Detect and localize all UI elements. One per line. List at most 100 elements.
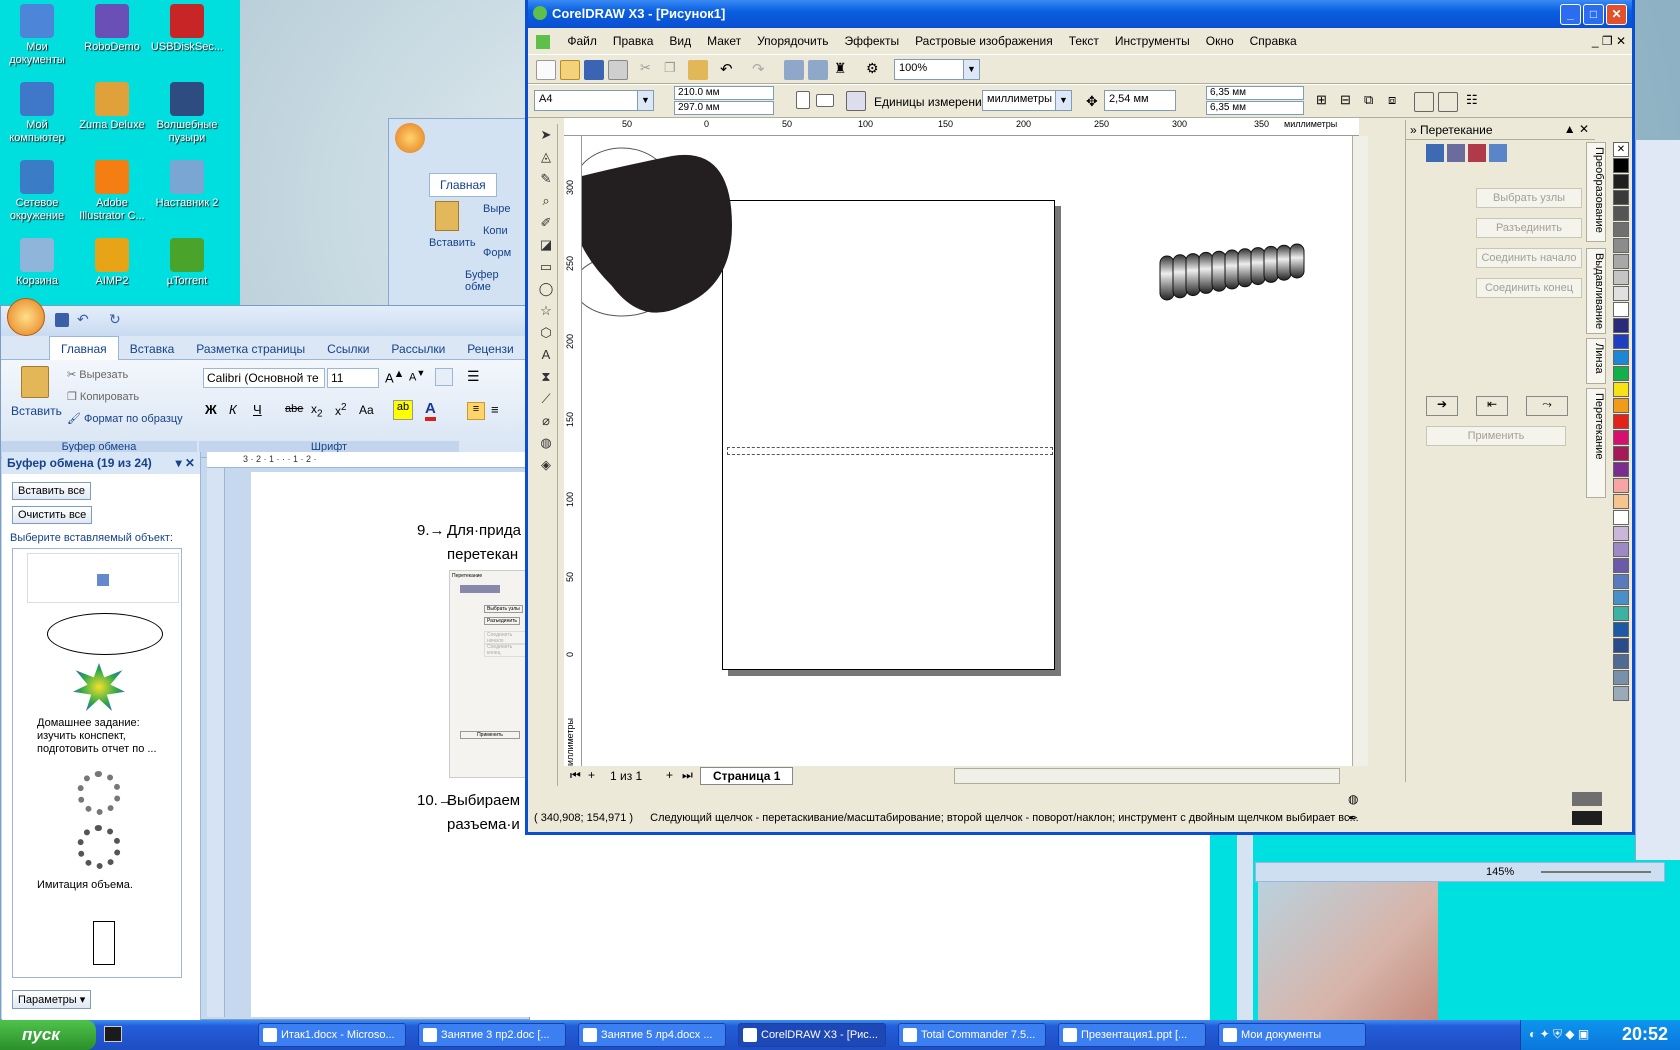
color-swatch[interactable] bbox=[1613, 254, 1629, 269]
cut-button[interactable]: ✂ Вырезать bbox=[67, 368, 128, 381]
canvas-hscrollbar[interactable] bbox=[954, 768, 1340, 784]
word-vertical-scrollbar[interactable] bbox=[1237, 835, 1253, 1020]
desktop-icon[interactable]: µTorrent bbox=[150, 238, 224, 288]
corel-title-bar[interactable]: CorelDRAW X3 - [Рисунок1] _ □ ✕ bbox=[528, 0, 1632, 28]
align-center-icon[interactable]: ≡ bbox=[491, 402, 499, 417]
redo-icon[interactable]: ↻ bbox=[109, 311, 121, 328]
undo-icon[interactable]: ↶ bbox=[77, 311, 89, 328]
zoom-tool-icon[interactable]: ⌕ bbox=[535, 190, 557, 212]
color-swatch[interactable] bbox=[1613, 398, 1629, 413]
color-swatch[interactable] bbox=[1613, 558, 1629, 573]
clip-item-text-2[interactable]: Имитация объема. bbox=[27, 879, 179, 899]
ellipse-tool-icon[interactable]: ◯ bbox=[535, 278, 557, 300]
taskbar-button[interactable]: Total Commander 7.5... bbox=[898, 1023, 1046, 1047]
properties-icon[interactable]: ☷ bbox=[1466, 92, 1486, 112]
desktop-icon[interactable]: Мои документы bbox=[0, 4, 74, 67]
duplicate-y-field[interactable]: 6,35 мм bbox=[1206, 101, 1304, 115]
back-copy-label[interactable]: Копи bbox=[483, 225, 508, 237]
docker-close-icon[interactable]: ▲ ✕ bbox=[1564, 122, 1589, 136]
subscript-icon[interactable]: x2 bbox=[311, 402, 323, 419]
clear-format-icon[interactable] bbox=[435, 368, 453, 386]
cut-icon[interactable]: ✂ bbox=[640, 60, 660, 80]
bold-button[interactable]: Ж bbox=[205, 402, 217, 417]
desktop-icon[interactable]: AIMP2 bbox=[75, 238, 149, 288]
clip-item-rect[interactable] bbox=[27, 921, 179, 969]
docker-tab[interactable]: Преобразование bbox=[1586, 142, 1606, 242]
basic-shapes-icon[interactable]: ⬡ bbox=[535, 322, 557, 344]
copy-icon[interactable]: ❐ bbox=[664, 60, 684, 80]
tray-icons[interactable]: ◐ ✦ ⛨ ◆ ▣ bbox=[1529, 1027, 1589, 1042]
save-icon[interactable] bbox=[584, 60, 604, 80]
shape-tool-icon[interactable]: ◬ bbox=[535, 146, 557, 168]
interactive-blend-icon[interactable]: ⧗ bbox=[535, 366, 557, 388]
paste-icon[interactable] bbox=[688, 60, 708, 80]
color-swatch[interactable] bbox=[1613, 542, 1629, 557]
background-word-window[interactable]: Главная Вставить Выре Копи Форм Буфер об… bbox=[388, 118, 528, 308]
color-swatch[interactable] bbox=[1613, 494, 1629, 509]
launcher-icon[interactable]: ♜ bbox=[834, 60, 854, 80]
a4-page[interactable] bbox=[722, 200, 1055, 670]
color-swatch[interactable] bbox=[1613, 606, 1629, 621]
split-button[interactable]: Разъединить bbox=[1476, 218, 1582, 238]
back-paste-icon[interactable] bbox=[435, 201, 459, 231]
office-button[interactable] bbox=[395, 123, 425, 153]
menu-item[interactable]: Вид bbox=[661, 30, 699, 52]
change-case-button[interactable]: Aa bbox=[359, 403, 374, 417]
color-swatch[interactable] bbox=[1613, 382, 1629, 397]
menu-item[interactable]: Инструменты bbox=[1107, 30, 1198, 52]
word-document-continuation[interactable] bbox=[530, 835, 1210, 1020]
taskbar-button[interactable]: Мои документы bbox=[1218, 1023, 1366, 1047]
back-ribbon-tab[interactable]: Главная bbox=[429, 173, 497, 197]
units-select[interactable]: миллиметры ▼ bbox=[982, 90, 1072, 111]
apply-button[interactable]: Применить bbox=[1426, 426, 1566, 446]
italic-button[interactable]: К bbox=[229, 402, 237, 417]
document-page[interactable]: 9.→ Для·прида перетекан Перетекание Выбр… bbox=[251, 472, 531, 1017]
quick-launch-desktop-icon[interactable] bbox=[104, 1026, 122, 1042]
desktop-icon[interactable]: Наставник 2 bbox=[150, 160, 224, 210]
paper-size-select[interactable]: A4 ▼ bbox=[534, 90, 654, 111]
clip-item-star[interactable] bbox=[27, 663, 179, 711]
desktop-icon[interactable]: Мой компьютер bbox=[0, 82, 74, 145]
smart-fill-icon[interactable]: ◪ bbox=[535, 234, 557, 256]
add-page-end-icon[interactable]: + bbox=[666, 768, 673, 782]
color-swatch[interactable] bbox=[1613, 414, 1629, 429]
pane-close-icon[interactable]: ▾ ✕ bbox=[176, 456, 195, 470]
rectangle-tool-icon[interactable]: ▭ bbox=[535, 256, 557, 278]
tab-review[interactable]: Рецензи bbox=[456, 337, 524, 361]
page-height-field[interactable]: 297.0 мм bbox=[674, 101, 774, 115]
color-swatch[interactable] bbox=[1613, 190, 1629, 205]
path-icon[interactable]: ⤳ bbox=[1526, 396, 1568, 416]
color-swatch[interactable] bbox=[1613, 654, 1629, 669]
clip-item-gear-1[interactable] bbox=[27, 771, 179, 819]
blob-shape[interactable] bbox=[582, 136, 732, 326]
options-icon[interactable] bbox=[1438, 92, 1458, 112]
grow-font-icon[interactable]: A▲ bbox=[385, 368, 404, 385]
back-format-label[interactable]: Форм bbox=[483, 247, 511, 259]
clip-item-text-1[interactable]: Домашнее задание: изучить конспект, подг… bbox=[27, 717, 179, 765]
shrink-font-icon[interactable]: A▼ bbox=[409, 368, 425, 384]
docker-tab[interactable]: Выдавливание bbox=[1586, 248, 1606, 334]
last-page-icon[interactable]: ⏭ bbox=[682, 768, 693, 783]
page-layout-icon[interactable] bbox=[846, 91, 866, 111]
color-swatch[interactable] bbox=[1613, 670, 1629, 685]
color-swatch[interactable] bbox=[1613, 366, 1629, 381]
tab-insert[interactable]: Вставка bbox=[119, 337, 186, 361]
blend-accel-icon[interactable] bbox=[1447, 144, 1465, 162]
landscape-icon[interactable] bbox=[816, 94, 834, 107]
desktop-icon[interactable]: Сетевое окружение bbox=[0, 160, 74, 223]
freehand-tool-icon[interactable]: ✐ bbox=[535, 212, 557, 234]
menu-item[interactable]: Файл bbox=[559, 30, 605, 52]
font-color-icon[interactable]: A bbox=[425, 400, 436, 421]
background-window-edge[interactable] bbox=[1635, 140, 1680, 860]
coreldraw-window[interactable]: CorelDRAW X3 - [Рисунок1] _ □ ✕ Файл Прав… bbox=[525, 0, 1635, 835]
snap-grid-icon[interactable]: ⊞ bbox=[1316, 92, 1336, 112]
blend-misc-icon[interactable] bbox=[1489, 144, 1507, 162]
export-icon[interactable] bbox=[808, 60, 828, 80]
color-swatch[interactable] bbox=[1613, 686, 1629, 701]
strikethrough-button[interactable]: abe bbox=[285, 403, 303, 415]
color-swatch[interactable] bbox=[1613, 510, 1629, 525]
color-swatch[interactable]: ✕ bbox=[1613, 142, 1629, 157]
color-swatch[interactable] bbox=[1613, 622, 1629, 637]
options-button[interactable]: Параметры ▾ bbox=[12, 990, 92, 1009]
taskbar-button[interactable]: Занятие 5 лр4.docx ... bbox=[578, 1023, 726, 1047]
